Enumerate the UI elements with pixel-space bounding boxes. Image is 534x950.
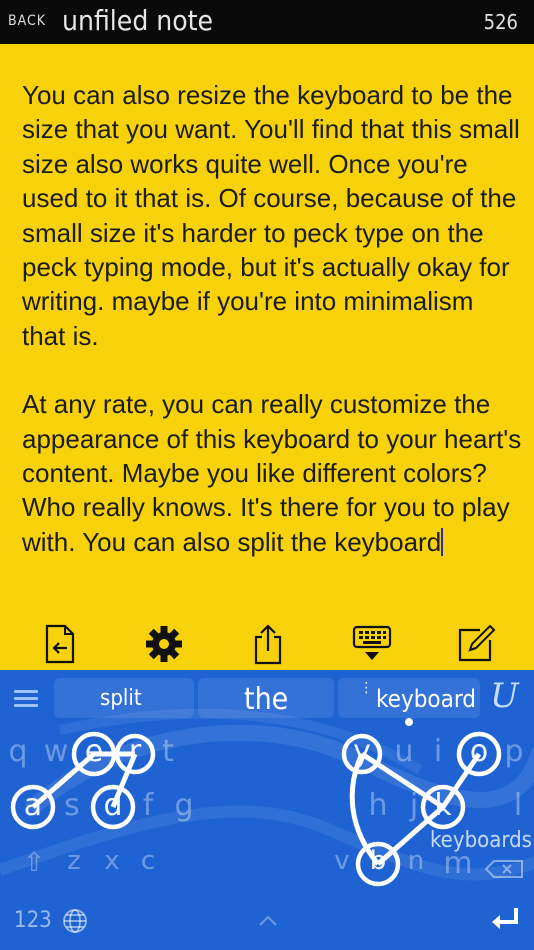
- key-w[interactable]: w: [36, 734, 76, 769]
- back-arrow-doc-icon[interactable]: [38, 622, 82, 666]
- key-q[interactable]: q: [0, 734, 38, 769]
- note-paragraph-2: At any rate, you can really customize th…: [22, 389, 522, 557]
- key-z[interactable]: z: [54, 846, 94, 876]
- edit-icon[interactable]: [454, 622, 498, 666]
- key-y[interactable]: y: [342, 734, 382, 769]
- key-e[interactable]: e: [74, 734, 114, 769]
- numbers-key[interactable]: 123: [14, 908, 52, 933]
- globe-icon[interactable]: [62, 908, 88, 939]
- key-p[interactable]: p: [494, 734, 534, 769]
- key-h[interactable]: h: [358, 788, 398, 823]
- ghost-suggestion: keyboards: [430, 828, 532, 853]
- share-icon[interactable]: [246, 622, 290, 666]
- key-k[interactable]: k: [423, 788, 463, 823]
- text-cursor: [441, 527, 444, 556]
- key-b[interactable]: b: [358, 846, 398, 876]
- back-button[interactable]: BACK: [8, 13, 46, 29]
- key-l[interactable]: l: [498, 788, 534, 823]
- key-f[interactable]: f: [128, 788, 168, 823]
- key-g[interactable]: g: [164, 788, 204, 823]
- key-d[interactable]: d: [93, 788, 133, 823]
- note-toolbar: [0, 618, 534, 670]
- key-c[interactable]: c: [128, 846, 168, 876]
- return-icon[interactable]: [490, 906, 520, 937]
- key-s[interactable]: s: [52, 788, 92, 823]
- swipe-keyboard[interactable]: split the ⋮ keyboard U q w e r t a s d f…: [0, 670, 534, 950]
- shift-key[interactable]: ⇧: [14, 848, 54, 878]
- key-v[interactable]: v: [322, 846, 362, 876]
- character-count: 526: [483, 10, 518, 34]
- note-title: unfiled note: [62, 4, 214, 37]
- gear-icon[interactable]: [142, 622, 186, 666]
- key-x[interactable]: x: [92, 846, 132, 876]
- note-text-area[interactable]: You can also resize the keyboard to be t…: [22, 78, 522, 559]
- key-a[interactable]: a: [13, 788, 53, 823]
- key-i[interactable]: i: [418, 734, 458, 769]
- key-t[interactable]: t: [148, 734, 188, 769]
- keyboard-down-icon[interactable]: [350, 622, 394, 666]
- note-paragraph-1: You can also resize the keyboard to be t…: [22, 80, 520, 351]
- top-bar: BACK unfiled note 526: [0, 0, 534, 44]
- key-o[interactable]: o: [459, 734, 499, 769]
- delete-icon[interactable]: [484, 860, 524, 883]
- chevron-up-icon[interactable]: [258, 914, 278, 932]
